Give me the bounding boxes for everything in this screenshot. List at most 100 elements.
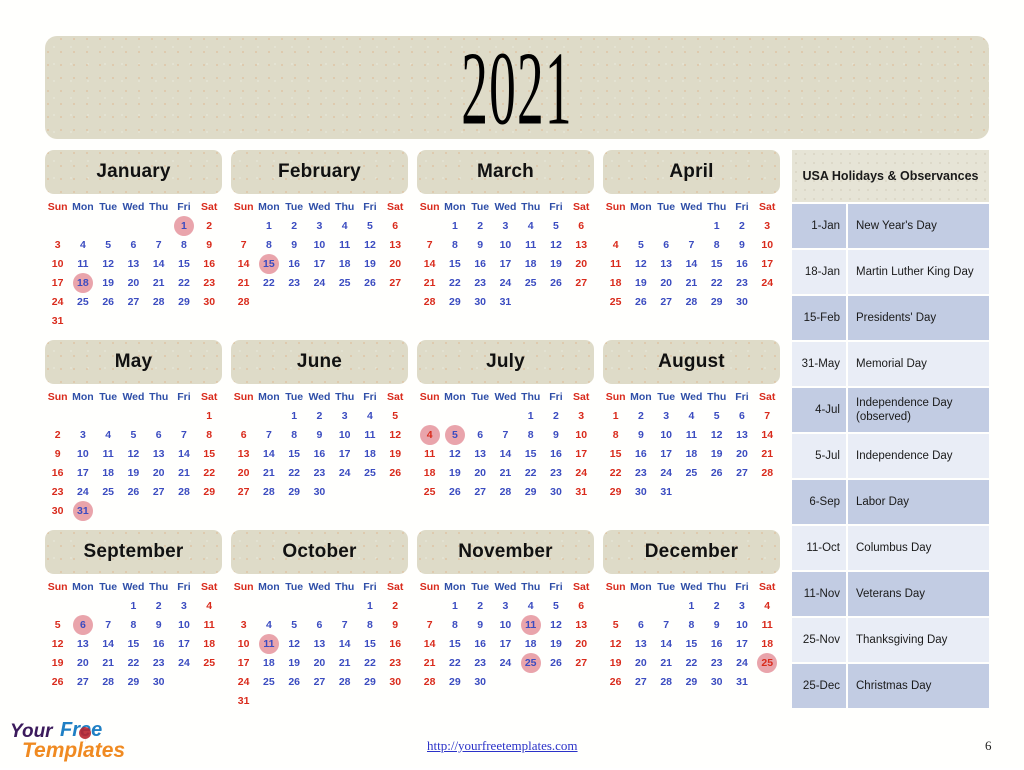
day-cell[interactable]: 6	[628, 618, 653, 632]
day-cell[interactable]: 30	[307, 485, 332, 499]
day-cell[interactable]: 28	[231, 295, 256, 309]
day-cell[interactable]: 1	[171, 216, 196, 236]
day-cell[interactable]: 13	[569, 238, 594, 252]
day-cell[interactable]: 17	[729, 637, 754, 651]
day-cell[interactable]: 1	[442, 219, 467, 233]
day-cell[interactable]: 7	[679, 238, 704, 252]
day-cell[interactable]: 5	[603, 618, 628, 632]
day-cell[interactable]: 23	[543, 466, 568, 480]
day-cell[interactable]: 24	[493, 656, 518, 670]
day-cell[interactable]: 14	[171, 447, 196, 461]
day-cell[interactable]: 4	[603, 238, 628, 252]
day-cell[interactable]: 25	[755, 653, 780, 673]
day-cell[interactable]: 25	[332, 276, 357, 290]
day-cell[interactable]: 10	[729, 618, 754, 632]
day-cell[interactable]: 29	[357, 675, 382, 689]
day-cell[interactable]: 25	[417, 485, 442, 499]
day-cell[interactable]: 20	[628, 656, 653, 670]
day-cell[interactable]: 21	[679, 276, 704, 290]
day-cell[interactable]: 26	[442, 485, 467, 499]
day-cell[interactable]: 12	[45, 637, 70, 651]
day-cell[interactable]: 19	[543, 637, 568, 651]
day-cell[interactable]: 5	[543, 219, 568, 233]
day-cell[interactable]: 19	[704, 447, 729, 461]
day-cell[interactable]: 15	[197, 447, 222, 461]
holiday-row[interactable]: 11-Nov Veterans Day	[792, 572, 989, 616]
day-cell[interactable]: 22	[603, 466, 628, 480]
day-cell[interactable]: 8	[679, 618, 704, 632]
day-cell[interactable]: 25	[603, 295, 628, 309]
day-cell[interactable]: 8	[357, 618, 382, 632]
day-cell[interactable]: 9	[45, 447, 70, 461]
day-cell[interactable]: 30	[729, 295, 754, 309]
day-cell[interactable]: 15	[518, 447, 543, 461]
day-cell[interactable]: 19	[603, 656, 628, 670]
day-cell[interactable]: 8	[442, 618, 467, 632]
day-cell[interactable]: 22	[197, 466, 222, 480]
day-cell[interactable]: 11	[755, 618, 780, 632]
day-cell[interactable]: 9	[307, 428, 332, 442]
day-cell[interactable]: 16	[468, 637, 493, 651]
day-cell[interactable]: 10	[231, 637, 256, 651]
day-cell[interactable]: 11	[518, 615, 543, 635]
day-cell[interactable]: 20	[383, 257, 408, 271]
day-cell[interactable]: 10	[70, 447, 95, 461]
day-cell[interactable]: 10	[654, 428, 679, 442]
day-cell[interactable]: 12	[543, 238, 568, 252]
day-cell[interactable]: 6	[307, 618, 332, 632]
day-cell[interactable]: 16	[729, 257, 754, 271]
day-cell[interactable]: 15	[357, 637, 382, 651]
day-cell[interactable]: 4	[518, 219, 543, 233]
day-cell[interactable]: 11	[357, 428, 382, 442]
day-cell[interactable]: 2	[543, 409, 568, 423]
day-cell[interactable]: 19	[628, 276, 653, 290]
day-cell[interactable]: 19	[383, 447, 408, 461]
day-cell[interactable]: 19	[96, 276, 121, 290]
day-cell[interactable]: 7	[654, 618, 679, 632]
day-cell[interactable]: 30	[468, 675, 493, 689]
holiday-row[interactable]: 5-Jul Independence Day	[792, 434, 989, 478]
day-cell[interactable]: 17	[493, 257, 518, 271]
day-cell[interactable]: 21	[231, 276, 256, 290]
day-cell[interactable]: 17	[332, 447, 357, 461]
day-cell[interactable]: 12	[96, 257, 121, 271]
day-cell[interactable]: 27	[654, 295, 679, 309]
day-cell[interactable]: 15	[704, 257, 729, 271]
holiday-row[interactable]: 25-Nov Thanksgiving Day	[792, 618, 989, 662]
day-cell[interactable]: 17	[231, 656, 256, 670]
day-cell[interactable]: 3	[755, 219, 780, 233]
day-cell[interactable]: 19	[282, 656, 307, 670]
day-cell[interactable]: 12	[603, 637, 628, 651]
day-cell[interactable]: 6	[569, 219, 594, 233]
day-cell[interactable]: 4	[679, 409, 704, 423]
footer-url-link[interactable]: http://yourfreetemplates.com	[427, 738, 578, 754]
day-cell[interactable]: 19	[357, 257, 382, 271]
day-cell[interactable]: 28	[755, 466, 780, 480]
day-cell[interactable]: 20	[729, 447, 754, 461]
holiday-row[interactable]: 11-Oct Columbus Day	[792, 526, 989, 570]
day-cell[interactable]: 16	[468, 257, 493, 271]
day-cell[interactable]: 9	[729, 238, 754, 252]
day-cell[interactable]: 3	[569, 409, 594, 423]
day-cell[interactable]: 31	[231, 694, 256, 708]
day-cell[interactable]: 19	[543, 257, 568, 271]
yourfreetemplates-logo[interactable]: Your Free Templates	[8, 717, 178, 765]
day-cell[interactable]: 25	[197, 656, 222, 670]
day-cell[interactable]: 21	[493, 466, 518, 480]
day-cell[interactable]: 3	[70, 428, 95, 442]
day-cell[interactable]: 14	[231, 257, 256, 271]
day-cell[interactable]: 1	[282, 409, 307, 423]
day-cell[interactable]: 17	[569, 447, 594, 461]
day-cell[interactable]: 8	[121, 618, 146, 632]
day-cell[interactable]: 16	[383, 637, 408, 651]
day-cell[interactable]: 26	[603, 675, 628, 689]
day-cell[interactable]: 29	[442, 295, 467, 309]
day-cell[interactable]: 20	[307, 656, 332, 670]
day-cell[interactable]: 3	[493, 599, 518, 613]
day-cell[interactable]: 28	[171, 485, 196, 499]
day-cell[interactable]: 16	[45, 466, 70, 480]
day-cell[interactable]: 10	[493, 618, 518, 632]
day-cell[interactable]: 6	[654, 238, 679, 252]
day-cell[interactable]: 26	[121, 485, 146, 499]
day-cell[interactable]: 27	[307, 675, 332, 689]
